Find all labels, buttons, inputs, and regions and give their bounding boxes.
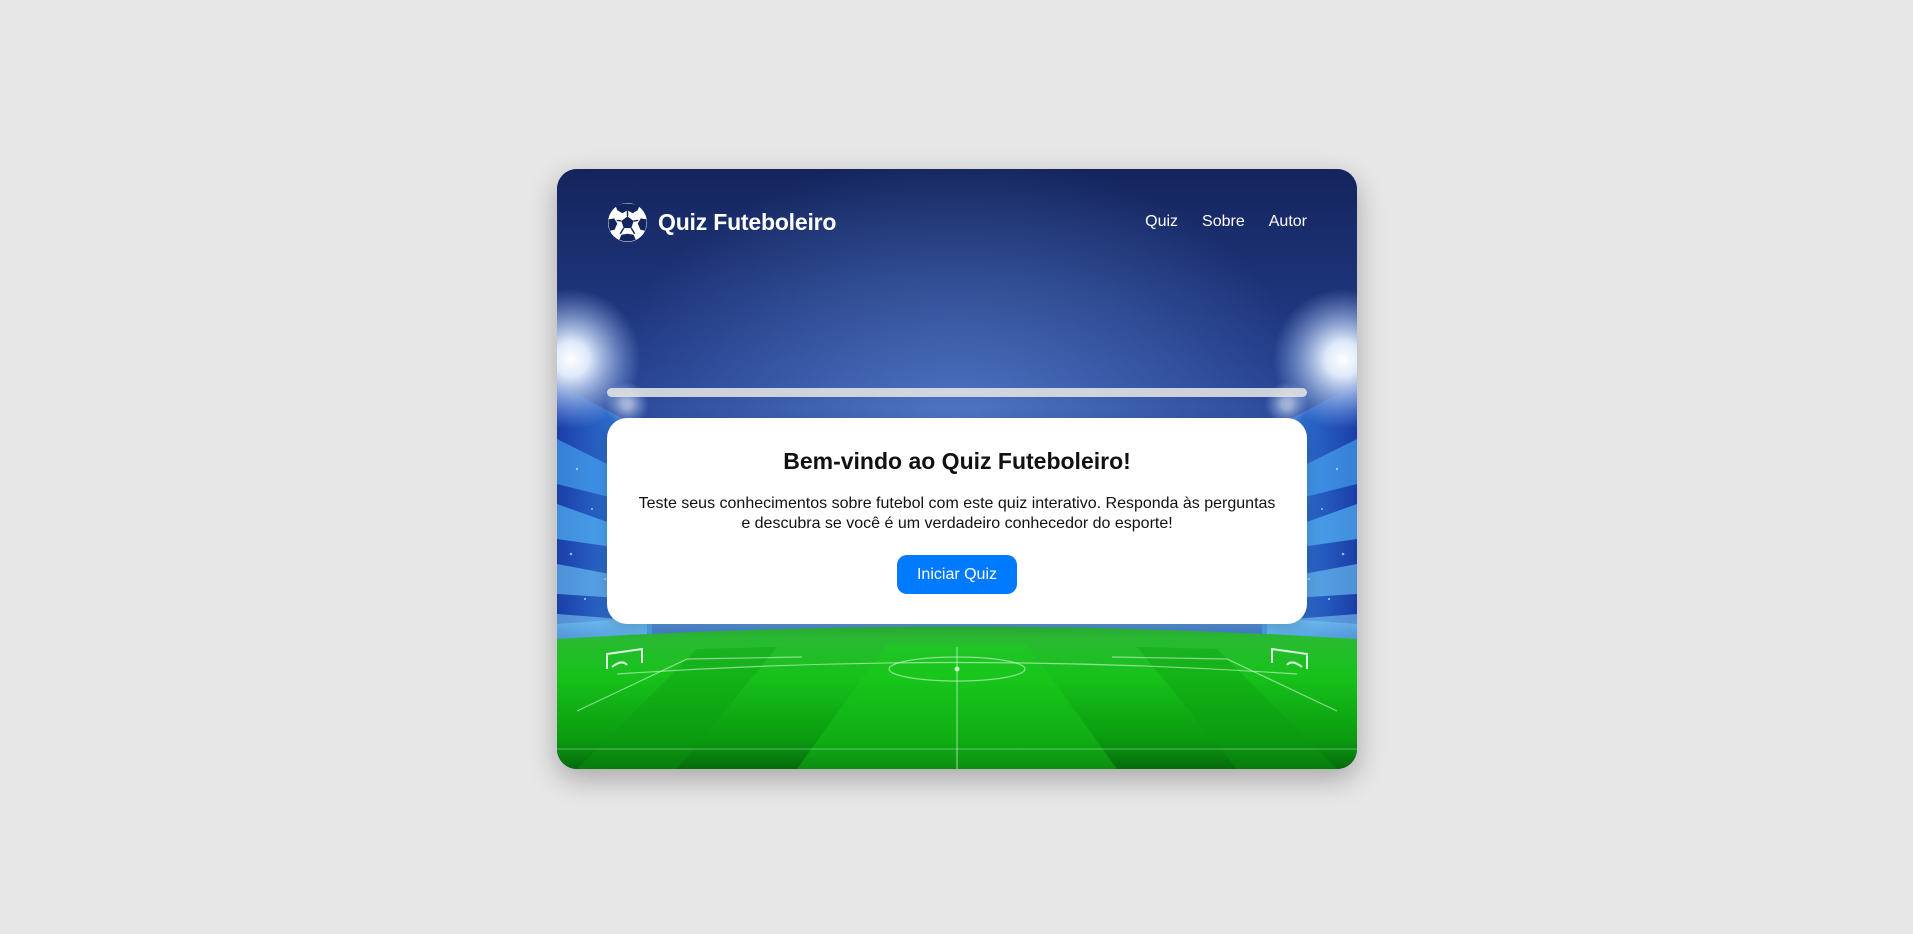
brand[interactable]: Quiz Futeboleiro: [607, 202, 836, 243]
progress-bar: [607, 388, 1307, 397]
welcome-description: Teste seus conhecimentos sobre futebol c…: [638, 495, 1276, 532]
brand-title: Quiz Futeboleiro: [658, 208, 837, 235]
welcome-panel: Bem-vindo ao Quiz Futeboleiro! Teste seu…: [607, 418, 1307, 624]
welcome-title: Bem-vindo ao Quiz Futeboleiro!: [783, 448, 1131, 474]
start-quiz-button[interactable]: Iniciar Quiz: [896, 555, 1018, 594]
nav-link-quiz[interactable]: Quiz: [1145, 213, 1178, 231]
nav-link-autor[interactable]: Autor: [1269, 213, 1307, 231]
app-container: Quiz Futeboleiro Quiz Sobre Autor Bem-vi…: [557, 169, 1357, 769]
main-nav: Quiz Sobre Autor: [1145, 213, 1307, 231]
nav-link-sobre[interactable]: Sobre: [1202, 213, 1245, 231]
soccer-ball-icon: [608, 202, 647, 242]
header: Quiz Futeboleiro Quiz Sobre Autor: [607, 201, 1307, 243]
